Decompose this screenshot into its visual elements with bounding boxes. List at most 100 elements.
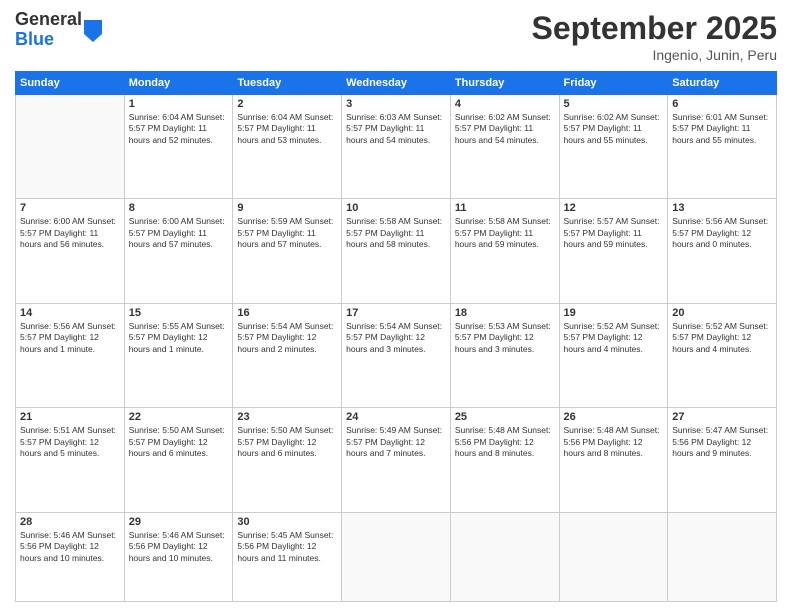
day-number: 27 bbox=[672, 411, 772, 423]
cell-info: Sunrise: 5:48 AM Sunset: 5:56 PM Dayligh… bbox=[455, 425, 555, 459]
cell-info: Sunrise: 5:53 AM Sunset: 5:57 PM Dayligh… bbox=[455, 321, 555, 355]
day-number: 18 bbox=[455, 307, 555, 319]
day-number: 12 bbox=[564, 202, 664, 214]
cell-info: Sunrise: 5:51 AM Sunset: 5:57 PM Dayligh… bbox=[20, 425, 120, 459]
title-block: September 2025 Ingenio, Junin, Peru bbox=[532, 10, 777, 63]
table-row: 30 Sunrise: 5:45 AM Sunset: 5:56 PM Dayli… bbox=[233, 512, 342, 601]
day-number: 15 bbox=[129, 307, 229, 319]
day-number: 16 bbox=[237, 307, 337, 319]
cell-info: Sunrise: 5:49 AM Sunset: 5:57 PM Dayligh… bbox=[346, 425, 446, 459]
cell-info: Sunrise: 5:59 AM Sunset: 5:57 PM Dayligh… bbox=[237, 216, 337, 250]
day-number: 4 bbox=[455, 98, 555, 110]
cell-info: Sunrise: 5:48 AM Sunset: 5:56 PM Dayligh… bbox=[564, 425, 664, 459]
table-row: 2 Sunrise: 6:04 AM Sunset: 5:57 PM Daylig… bbox=[233, 95, 342, 199]
logo-blue: Blue bbox=[15, 30, 82, 50]
location: Ingenio, Junin, Peru bbox=[532, 47, 777, 63]
table-row: 19 Sunrise: 5:52 AM Sunset: 5:57 PM Dayli… bbox=[559, 303, 668, 407]
cell-info: Sunrise: 5:54 AM Sunset: 5:57 PM Dayligh… bbox=[237, 321, 337, 355]
table-row: 22 Sunrise: 5:50 AM Sunset: 5:57 PM Dayli… bbox=[124, 408, 233, 512]
table-row: 15 Sunrise: 5:55 AM Sunset: 5:57 PM Dayli… bbox=[124, 303, 233, 407]
day-number: 19 bbox=[564, 307, 664, 319]
table-row: 11 Sunrise: 5:58 AM Sunset: 5:57 PM Dayli… bbox=[450, 199, 559, 303]
cell-info: Sunrise: 5:52 AM Sunset: 5:57 PM Dayligh… bbox=[564, 321, 664, 355]
day-number: 13 bbox=[672, 202, 772, 214]
cell-info: Sunrise: 5:54 AM Sunset: 5:57 PM Dayligh… bbox=[346, 321, 446, 355]
page: General Blue September 2025 Ingenio, Jun… bbox=[0, 0, 792, 612]
cell-info: Sunrise: 5:58 AM Sunset: 5:57 PM Dayligh… bbox=[455, 216, 555, 250]
table-row: 28 Sunrise: 5:46 AM Sunset: 5:56 PM Dayli… bbox=[16, 512, 125, 601]
cell-info: Sunrise: 5:58 AM Sunset: 5:57 PM Dayligh… bbox=[346, 216, 446, 250]
cell-info: Sunrise: 5:50 AM Sunset: 5:57 PM Dayligh… bbox=[129, 425, 229, 459]
table-row: 12 Sunrise: 5:57 AM Sunset: 5:57 PM Dayli… bbox=[559, 199, 668, 303]
calendar-header-row: Sunday Monday Tuesday Wednesday Thursday… bbox=[16, 72, 777, 95]
cell-info: Sunrise: 6:02 AM Sunset: 5:57 PM Dayligh… bbox=[455, 112, 555, 146]
col-monday: Monday bbox=[124, 72, 233, 95]
cell-info: Sunrise: 5:55 AM Sunset: 5:57 PM Dayligh… bbox=[129, 321, 229, 355]
table-row: 13 Sunrise: 5:56 AM Sunset: 5:57 PM Dayli… bbox=[668, 199, 777, 303]
cell-info: Sunrise: 5:56 AM Sunset: 5:57 PM Dayligh… bbox=[20, 321, 120, 355]
col-saturday: Saturday bbox=[668, 72, 777, 95]
cell-info: Sunrise: 5:46 AM Sunset: 5:56 PM Dayligh… bbox=[129, 530, 229, 564]
table-row: 23 Sunrise: 5:50 AM Sunset: 5:57 PM Dayli… bbox=[233, 408, 342, 512]
day-number: 28 bbox=[20, 516, 120, 528]
table-row: 16 Sunrise: 5:54 AM Sunset: 5:57 PM Dayli… bbox=[233, 303, 342, 407]
day-number: 17 bbox=[346, 307, 446, 319]
table-row: 1Sunrise: 6:04 AM Sunset: 5:57 PM Daylig… bbox=[124, 95, 233, 199]
table-row: 17 Sunrise: 5:54 AM Sunset: 5:57 PM Dayli… bbox=[342, 303, 451, 407]
table-row bbox=[559, 512, 668, 601]
table-row: 4 Sunrise: 6:02 AM Sunset: 5:57 PM Daylig… bbox=[450, 95, 559, 199]
day-number: 5 bbox=[564, 98, 664, 110]
cell-info: Sunrise: 5:57 AM Sunset: 5:57 PM Dayligh… bbox=[564, 216, 664, 250]
cell-info: Sunrise: 6:04 AM Sunset: 5:57 PM Dayligh… bbox=[237, 112, 337, 146]
table-row: 10 Sunrise: 5:58 AM Sunset: 5:57 PM Dayli… bbox=[342, 199, 451, 303]
day-number: 23 bbox=[237, 411, 337, 423]
cell-info: Sunrise: 6:00 AM Sunset: 5:57 PM Dayligh… bbox=[129, 216, 229, 250]
table-row bbox=[450, 512, 559, 601]
table-row: 18 Sunrise: 5:53 AM Sunset: 5:57 PM Dayli… bbox=[450, 303, 559, 407]
day-number: 21 bbox=[20, 411, 120, 423]
logo: General Blue bbox=[15, 10, 102, 50]
col-sunday: Sunday bbox=[16, 72, 125, 95]
day-number: 9 bbox=[237, 202, 337, 214]
month-title: September 2025 bbox=[532, 10, 777, 47]
table-row: 6Sunrise: 6:01 AM Sunset: 5:57 PM Daylig… bbox=[668, 95, 777, 199]
table-row: 9 Sunrise: 5:59 AM Sunset: 5:57 PM Daylig… bbox=[233, 199, 342, 303]
calendar-table: Sunday Monday Tuesday Wednesday Thursday… bbox=[15, 71, 777, 602]
cell-info: Sunrise: 6:01 AM Sunset: 5:57 PM Dayligh… bbox=[672, 112, 772, 146]
table-row: 3Sunrise: 6:03 AM Sunset: 5:57 PM Daylig… bbox=[342, 95, 451, 199]
day-number: 14 bbox=[20, 307, 120, 319]
table-row: 20Sunrise: 5:52 AM Sunset: 5:57 PM Dayli… bbox=[668, 303, 777, 407]
day-number: 11 bbox=[455, 202, 555, 214]
table-row: 5 Sunrise: 6:02 AM Sunset: 5:57 PM Daylig… bbox=[559, 95, 668, 199]
col-thursday: Thursday bbox=[450, 72, 559, 95]
table-row: 7Sunrise: 6:00 AM Sunset: 5:57 PM Daylig… bbox=[16, 199, 125, 303]
cell-info: Sunrise: 5:56 AM Sunset: 5:57 PM Dayligh… bbox=[672, 216, 772, 250]
day-number: 2 bbox=[237, 98, 337, 110]
day-number: 22 bbox=[129, 411, 229, 423]
table-row: 8 Sunrise: 6:00 AM Sunset: 5:57 PM Daylig… bbox=[124, 199, 233, 303]
table-row: 24 Sunrise: 5:49 AM Sunset: 5:57 PM Dayli… bbox=[342, 408, 451, 512]
day-number: 10 bbox=[346, 202, 446, 214]
table-row bbox=[668, 512, 777, 601]
col-wednesday: Wednesday bbox=[342, 72, 451, 95]
logo-general: General bbox=[15, 10, 82, 30]
cell-info: Sunrise: 6:02 AM Sunset: 5:57 PM Dayligh… bbox=[564, 112, 664, 146]
day-number: 30 bbox=[237, 516, 337, 528]
cell-info: Sunrise: 5:46 AM Sunset: 5:56 PM Dayligh… bbox=[20, 530, 120, 564]
cell-info: Sunrise: 5:50 AM Sunset: 5:57 PM Dayligh… bbox=[237, 425, 337, 459]
cell-info: Sunrise: 5:45 AM Sunset: 5:56 PM Dayligh… bbox=[237, 530, 337, 564]
table-row: 25 Sunrise: 5:48 AM Sunset: 5:56 PM Dayli… bbox=[450, 408, 559, 512]
col-tuesday: Tuesday bbox=[233, 72, 342, 95]
day-number: 24 bbox=[346, 411, 446, 423]
table-row: 29Sunrise: 5:46 AM Sunset: 5:56 PM Dayli… bbox=[124, 512, 233, 601]
table-row: 14 Sunrise: 5:56 AM Sunset: 5:57 PM Dayli… bbox=[16, 303, 125, 407]
cell-info: Sunrise: 5:47 AM Sunset: 5:56 PM Dayligh… bbox=[672, 425, 772, 459]
table-row: 21 Sunrise: 5:51 AM Sunset: 5:57 PM Dayli… bbox=[16, 408, 125, 512]
header: General Blue September 2025 Ingenio, Jun… bbox=[15, 10, 777, 63]
day-number: 26 bbox=[564, 411, 664, 423]
cell-info: Sunrise: 6:00 AM Sunset: 5:57 PM Dayligh… bbox=[20, 216, 120, 250]
day-number: 20 bbox=[672, 307, 772, 319]
table-row: 27 Sunrise: 5:47 AM Sunset: 5:56 PM Dayli… bbox=[668, 408, 777, 512]
day-number: 25 bbox=[455, 411, 555, 423]
day-number: 8 bbox=[129, 202, 229, 214]
